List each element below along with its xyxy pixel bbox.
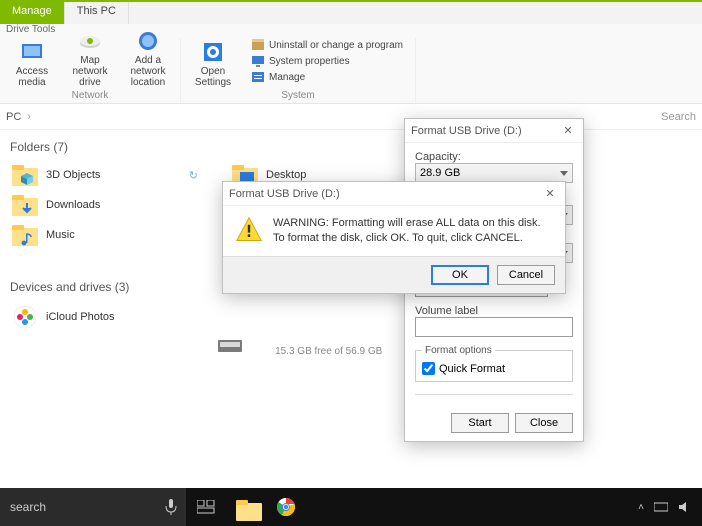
format-dialog-close-button[interactable]: ✕ xyxy=(559,122,577,140)
download-arrow-icon xyxy=(20,202,34,216)
ribbon-map-network-drive[interactable]: Map network drive xyxy=(64,29,116,88)
format-options-label: Format options xyxy=(422,345,495,356)
tab-manage[interactable]: Manage xyxy=(0,2,65,24)
tray-chevron-up-icon[interactable]: ˄ xyxy=(638,502,644,513)
folder-downloads[interactable]: Downloads xyxy=(10,190,200,220)
taskbar-file-explorer[interactable] xyxy=(226,488,266,526)
warning-dialog-title: Format USB Drive (D:) xyxy=(229,188,340,200)
ribbon-tabs: Manage This PC xyxy=(0,2,702,24)
capacity-label: Capacity: xyxy=(415,151,573,163)
tab-this-pc[interactable]: This PC xyxy=(65,2,129,24)
ribbon-open-settings[interactable]: Open Settings xyxy=(187,40,239,88)
folder-3d-objects[interactable]: 3D Objects ↻ xyxy=(10,160,200,190)
breadcrumb-bar: PC › Search xyxy=(0,104,702,130)
warning-dialog-close-button[interactable]: ✕ xyxy=(541,185,559,203)
icloud-photos-icon xyxy=(12,304,38,330)
warning-icon xyxy=(235,216,263,244)
programs-icon xyxy=(251,38,265,52)
manage-icon xyxy=(251,70,265,84)
warning-ok-button[interactable]: OK xyxy=(431,265,489,285)
taskbar: search ˄ xyxy=(0,488,702,526)
ribbon-group-network: Network xyxy=(72,90,109,101)
ribbon-manage[interactable]: Manage xyxy=(251,70,403,84)
monitor-icon xyxy=(251,54,265,68)
taskbar-search[interactable]: search xyxy=(0,488,156,526)
taskbar-chrome[interactable] xyxy=(266,488,306,526)
capacity-select[interactable]: 28.9 GB xyxy=(415,163,573,183)
chevron-right-icon: › xyxy=(27,111,31,123)
folders-section-header[interactable]: Folders (7) xyxy=(10,140,692,154)
format-start-button[interactable]: Start xyxy=(451,413,509,433)
search-input[interactable]: Search xyxy=(661,111,696,123)
system-tray[interactable]: ˄ xyxy=(628,501,702,513)
breadcrumb-root[interactable]: PC xyxy=(6,111,21,123)
music-note-icon xyxy=(20,232,34,246)
warning-cancel-button[interactable]: Cancel xyxy=(497,265,555,285)
drive-icon xyxy=(218,338,242,354)
drive-icloud-photos[interactable]: iCloud Photos xyxy=(10,300,200,334)
ribbon-access-media[interactable]: Access media xyxy=(6,40,58,88)
drive-free-space: 15.3 GB free of 56.9 GB xyxy=(275,346,382,357)
chevron-down-icon xyxy=(560,171,568,176)
volume-label-label: Volume label xyxy=(415,305,573,317)
ribbon-system-properties[interactable]: System properties xyxy=(251,54,403,68)
warning-line1: WARNING: Formatting will erase ALL data … xyxy=(273,216,541,231)
ribbon-group-system: System xyxy=(281,90,314,101)
refresh-icon: ↻ xyxy=(189,169,198,182)
warning-line2: To format the disk, click OK. To quit, c… xyxy=(273,231,541,246)
ribbon-uninstall-program[interactable]: Uninstall or change a program xyxy=(251,38,403,52)
ribbon: Access media Map network drive Add a net… xyxy=(0,38,702,104)
tray-volume-icon[interactable] xyxy=(678,501,692,513)
format-dialog-title: Format USB Drive (D:) xyxy=(411,125,522,137)
tray-network-icon[interactable] xyxy=(654,501,668,513)
taskbar-task-view[interactable] xyxy=(186,488,226,526)
quick-format-checkbox[interactable] xyxy=(422,362,435,375)
ribbon-add-network-location[interactable]: Add a network location xyxy=(122,29,174,88)
taskbar-mic-icon[interactable] xyxy=(156,488,186,526)
format-close-button[interactable]: Close xyxy=(515,413,573,433)
cube-icon xyxy=(20,172,34,186)
volume-label-input[interactable] xyxy=(415,317,573,337)
format-warning-dialog: Format USB Drive (D:) ✕ WARNING: Formatt… xyxy=(222,181,566,294)
